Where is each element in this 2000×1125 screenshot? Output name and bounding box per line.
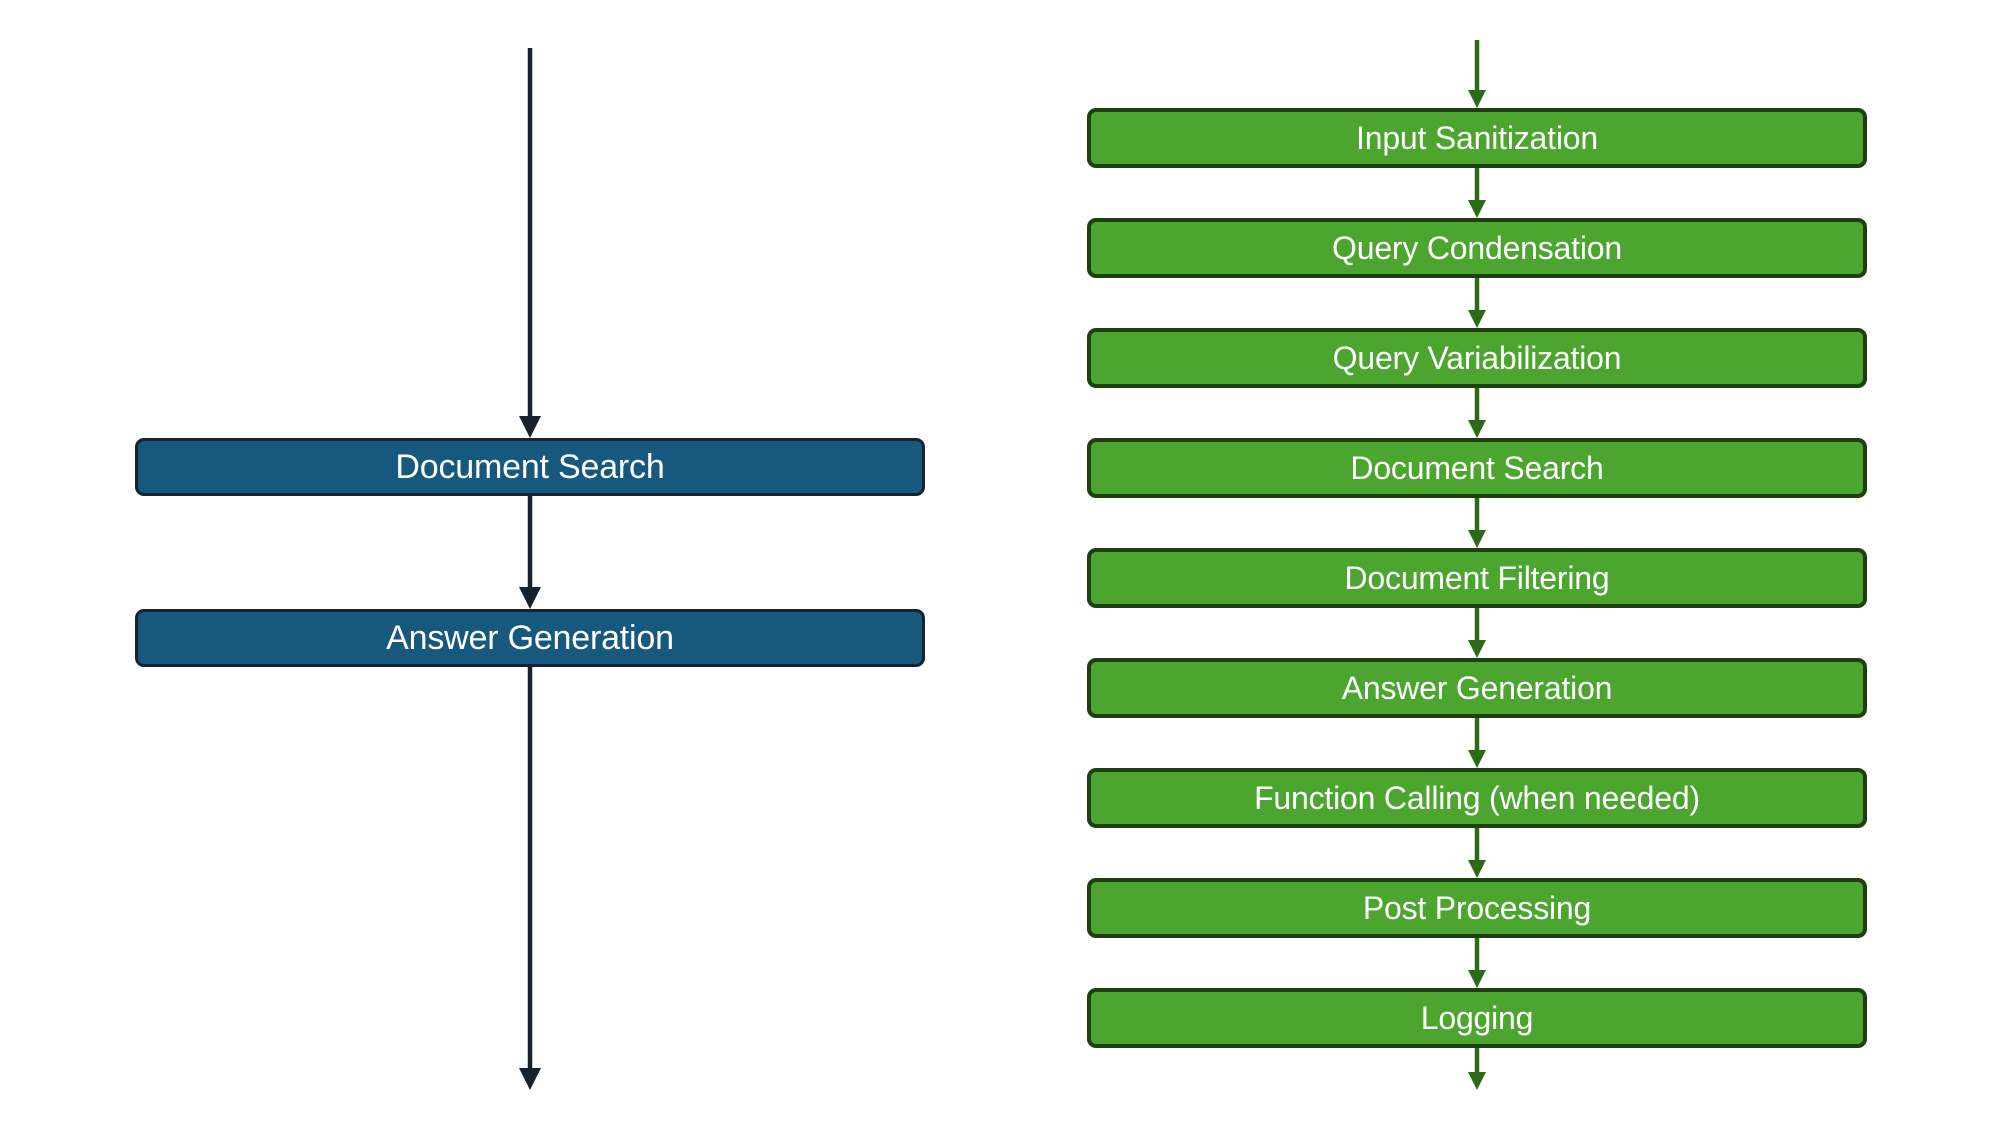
diagram-canvas: Document Search Answer Generation Input … [0,0,2000,1125]
node-label: Function Calling (when needed) [1254,780,1700,816]
node-label: Logging [1420,1000,1534,1036]
node-label: Answer Generation [386,619,674,657]
arrowhead-icon [1468,640,1486,658]
node-query-condensation[interactable]: Query Condensation [1087,218,1867,278]
arrowhead-icon [1468,90,1486,108]
arrowhead-icon [1468,750,1486,768]
arrowhead-icon [1468,530,1486,548]
connector-arrow [519,496,541,609]
node-answer-generation[interactable]: Answer Generation [135,609,925,667]
node-post-processing[interactable]: Post Processing [1087,878,1867,938]
node-document-search[interactable]: Document Search [135,438,925,496]
connector-arrow [1468,278,1486,328]
connector-arrow [1468,388,1486,438]
connector-arrow [519,667,541,1090]
connector-arrow [1468,1048,1486,1090]
arrowhead-icon [1468,310,1486,328]
node-label: Document Search [1350,450,1604,486]
connector-arrow [1468,608,1486,658]
node-input-sanitization[interactable]: Input Sanitization [1087,108,1867,168]
node-query-variabilization[interactable]: Query Variabilization [1087,328,1867,388]
node-label: Query Variabilization [1332,340,1622,376]
arrowhead-icon [1468,420,1486,438]
connector-arrow [1468,168,1486,218]
node-function-calling[interactable]: Function Calling (when needed) [1087,768,1867,828]
connector-arrow [1468,938,1486,988]
flow-column-full-pipeline: Input Sanitization Query Condensation Qu… [1040,0,2000,1125]
node-label: Document Search [395,448,665,486]
arrowhead-icon [1468,200,1486,218]
node-document-search[interactable]: Document Search [1087,438,1867,498]
node-label: Post Processing [1362,890,1592,926]
node-answer-generation[interactable]: Answer Generation [1087,658,1867,718]
node-label: Input Sanitization [1356,120,1598,156]
connector-layer-baseline [519,48,541,1090]
connector-arrow [519,48,541,438]
arrowhead-icon [519,1068,541,1090]
node-label: Query Condensation [1332,230,1622,266]
node-label: Document Filtering [1344,560,1610,596]
arrowhead-icon [519,416,541,438]
arrowhead-icon [519,587,541,609]
connector-arrow [1468,498,1486,548]
connector-arrow [1468,828,1486,878]
arrowhead-icon [1468,860,1486,878]
connector-arrow [1468,718,1486,768]
node-label: Answer Generation [1341,670,1613,706]
arrowhead-icon [1468,970,1486,988]
node-logging[interactable]: Logging [1087,988,1867,1048]
arrowhead-icon [1468,1072,1486,1090]
connector-arrow [1468,40,1486,108]
flow-column-baseline-pipeline: Document Search Answer Generation [0,0,1040,1125]
node-document-filtering[interactable]: Document Filtering [1087,548,1867,608]
